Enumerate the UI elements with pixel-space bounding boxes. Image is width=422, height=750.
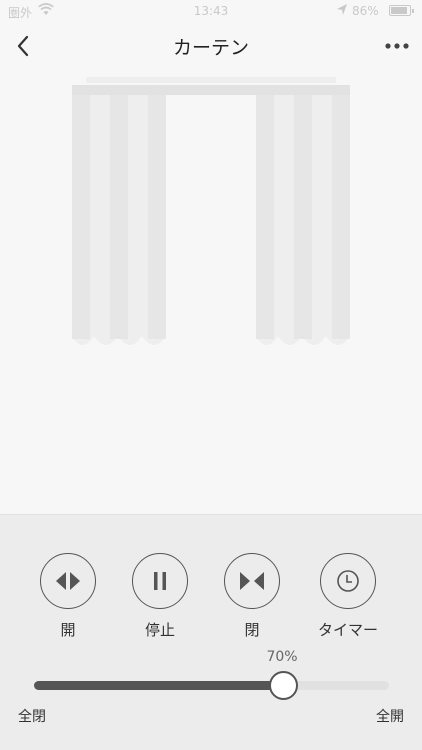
more-button[interactable] [384, 36, 410, 56]
close-arrows-icon [240, 572, 264, 590]
clock-icon [337, 570, 359, 592]
slider-thumb[interactable] [268, 671, 298, 700]
curtain-left-panel [72, 91, 166, 345]
slider-value-label: 70% [266, 649, 298, 665]
slider-fill [34, 681, 283, 690]
open-label: 開 [60, 621, 76, 639]
pause-icon [154, 572, 166, 590]
control-panel: 開 停止 閉 タイマー 70% 全閉 全開 [0, 514, 422, 750]
battery-icon [389, 5, 414, 16]
timer-button[interactable] [320, 553, 376, 609]
curtain-illustration [72, 77, 350, 345]
position-slider[interactable] [34, 671, 389, 700]
close-control: 閉 [212, 553, 292, 640]
open-button[interactable] [40, 553, 96, 609]
curtain-right-panel [256, 91, 350, 345]
stop-button[interactable] [132, 553, 188, 609]
timer-control: タイマー [308, 553, 388, 640]
nav-bar: カーテン [0, 22, 422, 70]
curtain-illustration-area [0, 70, 422, 514]
status-bar: 圏外 13:43 86% [0, 0, 422, 22]
location-arrow-icon [337, 4, 347, 15]
close-label: 閉 [244, 621, 260, 639]
stop-label: 停止 [144, 621, 175, 639]
more-dots-icon [385, 43, 409, 49]
fully-closed-label: 全閉 [18, 709, 46, 725]
timer-label: タイマー [317, 621, 378, 639]
open-control: 開 [28, 553, 108, 640]
battery-percent: 86% [352, 4, 379, 18]
stop-control: 停止 [120, 553, 200, 640]
open-arrows-icon [56, 572, 80, 590]
curtain-rod [86, 77, 336, 83]
close-button[interactable] [224, 553, 280, 609]
page-title: カーテン [172, 37, 249, 59]
fully-open-label: 全開 [376, 709, 404, 725]
